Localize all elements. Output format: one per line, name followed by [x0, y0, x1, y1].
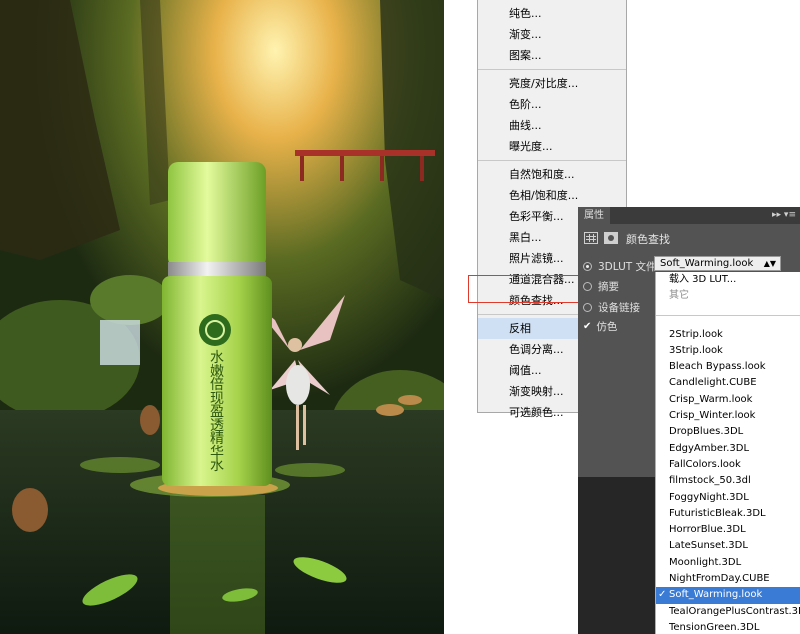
menu-group-fill: 纯色... 渐变... 图案... [478, 0, 626, 69]
lut-item[interactable]: FallColors.look [656, 457, 800, 473]
option-abstract[interactable]: 摘要 [583, 279, 619, 294]
menu-item-brightness-contrast[interactable]: 亮度/对比度... [478, 73, 626, 94]
product-ad-artwork: 水 嫩 倍 现 盈 透 精 华 水 [0, 0, 444, 634]
dropdown-arrow-icon: ▲▼ [763, 259, 776, 268]
lut-item[interactable]: TealOrangePlusContrast.3DL [656, 604, 800, 620]
lut-item[interactable]: LateSunset.3DL [656, 538, 800, 554]
panel-menu-icon[interactable]: ▸▸ ▾≡ [772, 207, 796, 224]
lut-item[interactable]: EdgyAmber.3DL [656, 441, 800, 457]
radio-abstract[interactable] [583, 282, 592, 291]
checkmark-icon: ✓ [658, 589, 667, 601]
menu-item-levels[interactable]: 色阶... [478, 94, 626, 115]
menu-item-gradient[interactable]: 渐变... [478, 24, 626, 45]
forest-scene [0, 0, 444, 634]
product-vertical-caption: 水 嫩 倍 现 盈 透 精 华 水 [210, 350, 224, 474]
lut-item-load[interactable]: 载入 3D LUT... [656, 272, 800, 288]
lut-item[interactable]: Candlelight.CUBE [656, 375, 800, 391]
option-device-link[interactable]: 设备链接 [583, 300, 640, 315]
lut-item[interactable]: FoggyNight.3DL [656, 490, 800, 506]
option-3dlut-file[interactable]: 3DLUT 文件 [583, 259, 657, 274]
adjustment-type-icons [584, 229, 618, 247]
menu-item-solid-color[interactable]: 纯色... [478, 3, 626, 24]
lut-item-other: 其它 [669, 290, 689, 302]
lut-item[interactable]: DropBlues.3DL [656, 424, 800, 440]
lut-item[interactable]: TensionGreen.3DL [656, 620, 800, 634]
lut-item[interactable]: HorrorBlue.3DL [656, 522, 800, 538]
menu-item-vibrance[interactable]: 自然饱和度... [478, 164, 626, 185]
lut-item[interactable]: Crisp_Warm.look [656, 392, 800, 408]
lut-item[interactable]: 3Strip.look [656, 343, 800, 359]
lut-item-selected[interactable]: ✓ Soft_Warming.look [656, 587, 800, 604]
lut-item[interactable]: Moonlight.3DL [656, 555, 800, 571]
lut-item[interactable]: Bleach Bypass.look [656, 359, 800, 375]
menu-item-pattern[interactable]: 图案... [478, 45, 626, 66]
lut-item[interactable]: FuturisticBleak.3DL [656, 506, 800, 522]
menu-item-hue-saturation[interactable]: 色相/饱和度... [478, 185, 626, 206]
lut-list-separator [656, 305, 800, 316]
radio-3dlut-file[interactable] [583, 262, 592, 271]
menu-item-exposure[interactable]: 曝光度... [478, 136, 626, 157]
lut-dropdown-list: 载入 3D LUT... 其它 2Strip.look 3Strip.look … [655, 272, 800, 634]
tab-properties[interactable]: 属性 [578, 207, 610, 224]
lut-item[interactable]: filmstock_50.3dl [656, 473, 800, 489]
lut-item[interactable]: NightFromDay.CUBE [656, 571, 800, 587]
lut-item[interactable]: Crisp_Winter.look [656, 408, 800, 424]
dither-checkbox[interactable]: ✔ [583, 321, 591, 332]
radio-device-link[interactable] [583, 303, 592, 312]
panel-tab-bar: 属性 ▸▸ ▾≡ [578, 207, 800, 224]
lut-file-select[interactable]: Soft_Warming.look ▲▼ [654, 256, 781, 271]
layer-mask-icon [604, 232, 618, 244]
lookup-table-icon [584, 232, 598, 244]
menu-item-curves[interactable]: 曲线... [478, 115, 626, 136]
menu-group-tone: 亮度/对比度... 色阶... 曲线... 曝光度... [478, 69, 626, 160]
lut-item[interactable]: 2Strip.look [656, 327, 800, 343]
panel-title: 颜色查找 [626, 233, 670, 246]
option-dither[interactable]: ✔ 仿色 [583, 319, 617, 334]
